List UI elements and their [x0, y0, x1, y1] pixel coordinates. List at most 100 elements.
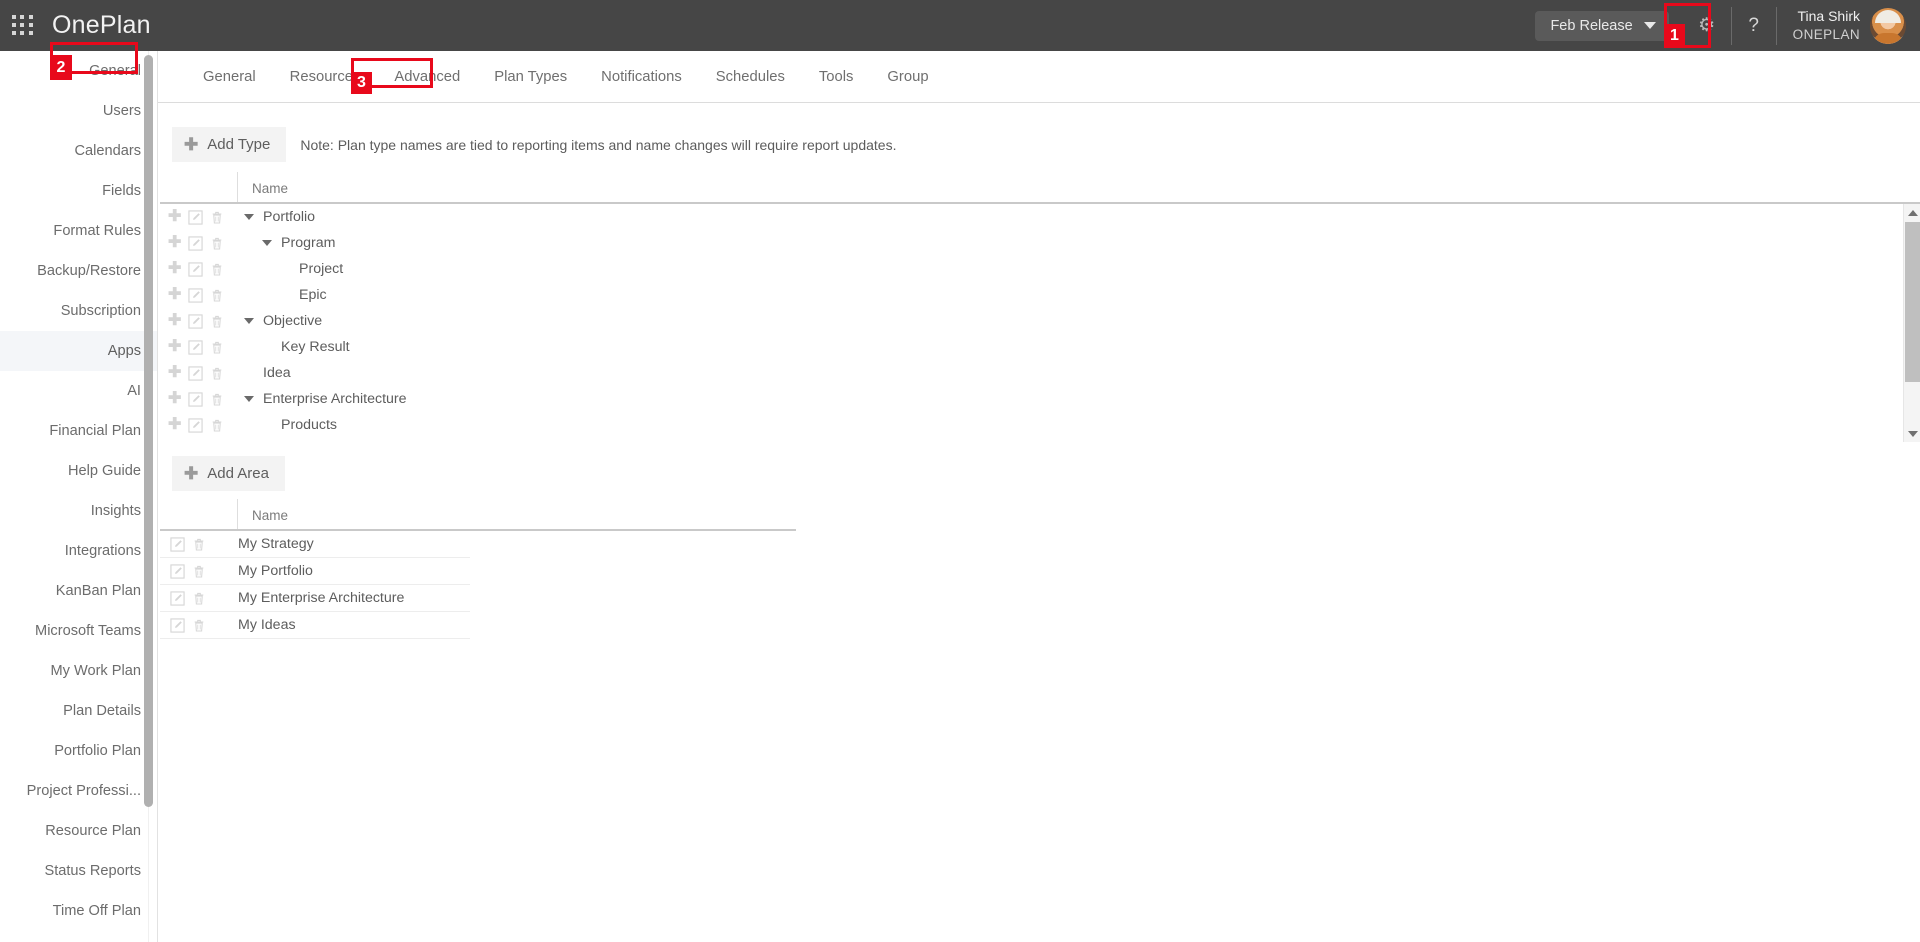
plus-icon[interactable]: ✚ — [168, 365, 181, 381]
edit-pencil-icon[interactable] — [188, 365, 204, 381]
plus-icon[interactable]: ✚ — [168, 391, 181, 407]
sidebar-item-time-off-plan[interactable]: Time Off Plan — [0, 891, 157, 931]
chevron-down-icon[interactable] — [244, 214, 254, 220]
sidebar-item-microsoft-teams[interactable]: Microsoft Teams — [0, 611, 157, 651]
help-button[interactable]: ? — [1732, 0, 1776, 51]
trash-icon[interactable] — [192, 591, 206, 606]
tab-group[interactable]: Group — [870, 51, 945, 103]
edit-pencil-icon[interactable] — [188, 261, 204, 277]
edit-pencil-icon[interactable] — [170, 590, 185, 606]
plus-icon[interactable]: ✚ — [168, 287, 181, 303]
sidebar-item-label: Backup/Restore — [37, 263, 141, 279]
trash-icon[interactable] — [210, 366, 224, 381]
trash-icon[interactable] — [210, 288, 224, 303]
edit-pencil-icon[interactable] — [188, 339, 204, 355]
plan-type-row[interactable]: ✚ Program — [160, 230, 1920, 256]
edit-pencil-icon[interactable] — [188, 235, 204, 251]
plan-type-row[interactable]: ✚ Epic — [160, 282, 1920, 308]
edit-pencil-icon[interactable] — [188, 417, 204, 433]
plan-type-row[interactable]: ✚ Idea — [160, 360, 1920, 386]
sidebar-item-calendars[interactable]: Calendars — [0, 131, 157, 171]
edit-pencil-icon[interactable] — [170, 563, 185, 579]
settings-gear-button[interactable]: ⚙ — [1683, 0, 1731, 51]
chevron-up-icon — [1907, 209, 1918, 216]
plus-icon[interactable]: ✚ — [168, 261, 181, 277]
trash-icon[interactable] — [192, 537, 206, 552]
sidebar-item-integrations[interactable]: Integrations — [0, 531, 157, 571]
plan-type-row[interactable]: ✚ Enterprise Architecture — [160, 386, 1920, 412]
sidebar-item-status-reports[interactable]: Status Reports — [0, 851, 157, 891]
area-row[interactable]: My Ideas — [160, 612, 470, 639]
edit-pencil-icon[interactable] — [170, 617, 185, 633]
sidebar-item-format-rules[interactable]: Format Rules — [0, 211, 157, 251]
annotation-number-2: 2 — [50, 55, 72, 80]
tab-advanced[interactable]: Advanced — [377, 51, 477, 103]
plan-type-row[interactable]: ✚ Objective — [160, 308, 1920, 334]
trash-icon[interactable] — [210, 262, 224, 277]
scroll-up-button[interactable] — [1904, 204, 1920, 221]
sidebar-scrollbar-thumb[interactable] — [144, 55, 153, 807]
chevron-down-icon[interactable] — [244, 318, 254, 324]
sidebar-item-kanban-plan[interactable]: KanBan Plan — [0, 571, 157, 611]
sidebar-item-users[interactable]: Users — [0, 91, 157, 131]
sidebar-item-fields[interactable]: Fields — [0, 171, 157, 211]
plan-type-row-partial[interactable]: ✚ — [160, 438, 1920, 442]
sidebar-item-subscription[interactable]: Subscription — [0, 291, 157, 331]
tab-schedules[interactable]: Schedules — [699, 51, 802, 103]
edit-pencil-icon[interactable] — [188, 209, 204, 225]
release-selector[interactable]: Feb Release — [1535, 10, 1669, 41]
add-type-button[interactable]: ✚ Add Type — [172, 127, 287, 162]
edit-pencil-icon[interactable] — [188, 391, 204, 407]
avatar[interactable] — [1870, 7, 1906, 44]
area-row[interactable]: My Portfolio — [160, 558, 470, 585]
plan-type-row[interactable]: ✚ Key Result — [160, 334, 1920, 360]
user-menu[interactable]: Tina Shirk ONEPLAN — [1777, 7, 1920, 44]
plus-icon[interactable]: ✚ — [168, 313, 181, 329]
sidebar-item-backup-restore[interactable]: Backup/Restore — [0, 251, 157, 291]
chevron-down-icon[interactable] — [262, 240, 272, 246]
plan-type-row[interactable]: ✚ Portfolio — [160, 204, 1920, 230]
plus-icon[interactable]: ✚ — [168, 417, 181, 433]
tab-general[interactable]: General — [186, 51, 273, 103]
trash-icon — [194, 592, 204, 605]
sidebar-item-portfolio-plan[interactable]: Portfolio Plan — [0, 731, 157, 771]
tab-notifications[interactable]: Notifications — [584, 51, 699, 103]
trash-icon[interactable] — [210, 392, 224, 407]
plan-type-row[interactable]: ✚ Project — [160, 256, 1920, 282]
scroll-down-button[interactable] — [1904, 425, 1920, 442]
chevron-down-icon[interactable] — [244, 396, 254, 402]
trash-icon[interactable] — [192, 618, 206, 633]
trash-icon[interactable] — [210, 418, 224, 433]
trash-icon[interactable] — [210, 314, 224, 329]
sidebar-item-financial-plan[interactable]: Financial Plan — [0, 411, 157, 451]
scrollbar-thumb[interactable] — [1905, 222, 1920, 382]
trash-icon[interactable] — [210, 236, 224, 251]
sidebar-item-general[interactable]: General — [0, 51, 157, 91]
grid-menu-icon[interactable] — [12, 14, 34, 37]
chevron-down-icon — [1643, 22, 1656, 29]
sidebar-item-my-work-plan[interactable]: My Work Plan — [0, 651, 157, 691]
plan-type-row[interactable]: ✚ Products — [160, 412, 1920, 438]
sidebar-item-project-professi[interactable]: Project Professi... — [0, 771, 157, 811]
plus-icon[interactable]: ✚ — [168, 209, 181, 225]
sidebar-item-help-guide[interactable]: Help Guide — [0, 451, 157, 491]
edit-pencil-icon[interactable] — [170, 536, 185, 552]
area-row[interactable]: My Strategy — [160, 531, 470, 558]
trash-icon[interactable] — [210, 210, 224, 225]
edit-pencil-icon[interactable] — [188, 287, 204, 303]
plus-icon[interactable]: ✚ — [168, 235, 181, 251]
sidebar-item-ai[interactable]: AI — [0, 371, 157, 411]
area-row[interactable]: My Enterprise Architecture — [160, 585, 470, 612]
tree-vertical-scrollbar[interactable] — [1903, 204, 1920, 442]
tab-plan-types[interactable]: Plan Types — [477, 51, 584, 103]
add-area-button[interactable]: ✚ Add Area — [172, 456, 285, 491]
sidebar-item-apps[interactable]: Apps — [0, 331, 157, 371]
trash-icon[interactable] — [192, 564, 206, 579]
sidebar-item-insights[interactable]: Insights — [0, 491, 157, 531]
tab-tools[interactable]: Tools — [802, 51, 871, 103]
plus-icon[interactable]: ✚ — [168, 339, 181, 355]
edit-pencil-icon[interactable] — [188, 313, 204, 329]
sidebar-item-resource-plan[interactable]: Resource Plan — [0, 811, 157, 851]
trash-icon[interactable] — [210, 340, 224, 355]
sidebar-item-plan-details[interactable]: Plan Details — [0, 691, 157, 731]
